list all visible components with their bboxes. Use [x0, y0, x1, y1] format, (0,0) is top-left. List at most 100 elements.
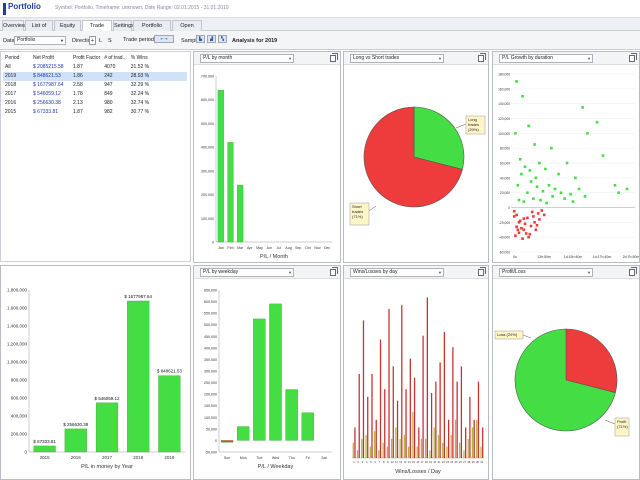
- scatter-point: [512, 215, 516, 218]
- x-tick-label: Mon: [240, 456, 247, 460]
- scatter-point: [521, 237, 524, 240]
- chart-type-select[interactable]: Wins/Losses by day ▼: [350, 268, 444, 277]
- x-tick-label: 22: [442, 460, 445, 464]
- cell-profit-factor: 1.87: [73, 64, 83, 70]
- x-tick-label: 29: [472, 460, 475, 464]
- x-tick-label: Wed: [272, 456, 279, 460]
- chart-type-select[interactable]: P/L by month ▼: [200, 54, 294, 63]
- table-row[interactable]: 2017 $ 546059.12 1.78 849 32.24 %: [3, 90, 187, 99]
- copy-icon[interactable]: [330, 267, 338, 276]
- cell-net-profit: $ 67333.81: [33, 109, 59, 115]
- y-tick-label: 200,000: [11, 432, 28, 437]
- sample-chart-icon-1[interactable]: ▙: [196, 35, 205, 43]
- app-subtitle: Symbol: Portfolio, Timeframe: unknown, D…: [55, 5, 229, 11]
- y-tick-label: 200,000: [204, 393, 217, 397]
- col-profit-factor[interactable]: Profit Factor: [71, 54, 102, 63]
- col-net-profit[interactable]: Net Profit: [31, 54, 71, 63]
- y-tick-label: 180,000: [498, 73, 510, 77]
- y-tick-label: 700,000: [201, 75, 214, 79]
- bar: [390, 438, 393, 458]
- cell-net-profit: $ 546059.12: [33, 91, 61, 97]
- copy-icon[interactable]: [629, 53, 637, 62]
- tab-overview[interactable]: Overview: [2, 20, 26, 31]
- table-row[interactable]: 2016 $ 256630.38 2.13 980 32.74 %: [3, 99, 187, 108]
- y-tick-label: 400,000: [11, 414, 28, 419]
- y-tick-label: 50,000: [206, 427, 217, 431]
- col-trades[interactable]: # of trad...: [102, 54, 129, 63]
- cell-period: All: [5, 64, 11, 70]
- tab-settings[interactable]: Settings: [113, 20, 134, 31]
- cell-period: 2017: [5, 91, 17, 97]
- scatter-point: [515, 225, 518, 229]
- table-row[interactable]: 2018 $ 1677987.64 2.58 947 32.29 %: [3, 81, 187, 90]
- y-tick-label: 600,000: [11, 396, 28, 401]
- bar: [430, 393, 433, 458]
- x-tick-label: 20: [433, 460, 436, 464]
- bar: [158, 375, 181, 453]
- label-connector: [368, 205, 377, 212]
- scatter-point: [545, 201, 548, 205]
- x-tick-label: 2017: [102, 455, 113, 460]
- slice-label: (71%): [352, 214, 363, 219]
- copy-icon[interactable]: [629, 267, 637, 276]
- scatter-point: [527, 124, 530, 128]
- label-connector: [604, 419, 616, 425]
- scatter-point: [539, 198, 542, 202]
- tab-portfolio-correlation[interactable]: Portfolio correlation: [133, 20, 171, 39]
- bar: [473, 419, 475, 458]
- scatter-point: [540, 209, 544, 212]
- x-tick-label: 12: [399, 460, 402, 464]
- tab-list-of-trades[interactable]: List of trades: [25, 20, 53, 39]
- chart-type-select[interactable]: P/L by weekday ▼: [200, 268, 294, 277]
- scatter-point: [536, 212, 540, 215]
- copy-icon[interactable]: [330, 53, 338, 62]
- scatter-point: [583, 195, 587, 198]
- bar: [384, 389, 386, 458]
- copy-icon[interactable]: [478, 267, 486, 276]
- tab-equity-chart[interactable]: Equity chart: [54, 20, 81, 39]
- app-title: Portfolio: [8, 2, 41, 11]
- direction-long-button[interactable]: L: [99, 37, 102, 45]
- scatter-point: [522, 217, 526, 220]
- bar: [237, 426, 250, 441]
- data-select[interactable]: Portfolio ▼: [14, 36, 66, 45]
- x-tick-label: Jan: [218, 246, 224, 250]
- bar: [33, 445, 56, 453]
- table-row[interactable]: All $ 2085215.58 1.87 4070 31.52 %: [3, 63, 187, 72]
- chart-type-select[interactable]: Profit/Loss ▼: [499, 268, 593, 277]
- scatter-point: [547, 183, 551, 187]
- x-tick-label: 19: [429, 460, 432, 464]
- direction-all-button[interactable]: +: [89, 36, 96, 45]
- scatter-point: [581, 106, 584, 109]
- x-tick-label: Jun: [266, 246, 272, 250]
- x-tick-label: 2: [357, 460, 359, 464]
- sample-chart-icon-3[interactable]: ▚: [218, 35, 227, 43]
- chevron-down-icon: ▼: [587, 56, 591, 61]
- chart-type-select[interactable]: P/L Growth by duration ▼: [499, 54, 593, 63]
- bar: [388, 308, 390, 458]
- panel-header: Wins/Losses by day ▼: [344, 266, 488, 279]
- chart-type-select[interactable]: Long vs Short trades ▼: [350, 54, 444, 63]
- table-row[interactable]: 2015 $ 67333.81 1.87 982 30.77 %: [3, 108, 187, 117]
- table-row[interactable]: 2019 $ 848621.53 1.86 242 28.93 %: [3, 72, 187, 81]
- cell-net-profit: $ 1677987.64: [33, 82, 64, 88]
- y-tick-label: -50,000: [205, 451, 217, 455]
- copy-icon[interactable]: [478, 53, 486, 62]
- tab-open-balances[interactable]: Open balances: [172, 20, 202, 39]
- col-wins[interactable]: % Wins: [129, 54, 187, 63]
- tab-trade-analysis[interactable]: Trade analysis: [82, 20, 112, 39]
- cell-wins: 32.74 %: [130, 100, 150, 106]
- tab-bar: Overview List of trades Equity chart Tra…: [0, 18, 640, 39]
- sample-chart-icon-2[interactable]: ▟: [207, 35, 216, 43]
- scatter-point: [571, 200, 575, 203]
- x-tick-label: 2d:7h:50m: [623, 255, 639, 259]
- scatter-point: [515, 213, 518, 217]
- trade-period-open-icon[interactable]: ⇤⇥: [154, 35, 174, 43]
- scatter-point: [522, 228, 526, 232]
- y-tick-label: 150,000: [204, 404, 217, 408]
- label-connector: [522, 334, 532, 339]
- scatter-point: [533, 143, 536, 146]
- y-tick-label: -60,000: [499, 251, 510, 255]
- direction-short-button[interactable]: S: [108, 37, 112, 45]
- col-period[interactable]: Period: [3, 54, 31, 63]
